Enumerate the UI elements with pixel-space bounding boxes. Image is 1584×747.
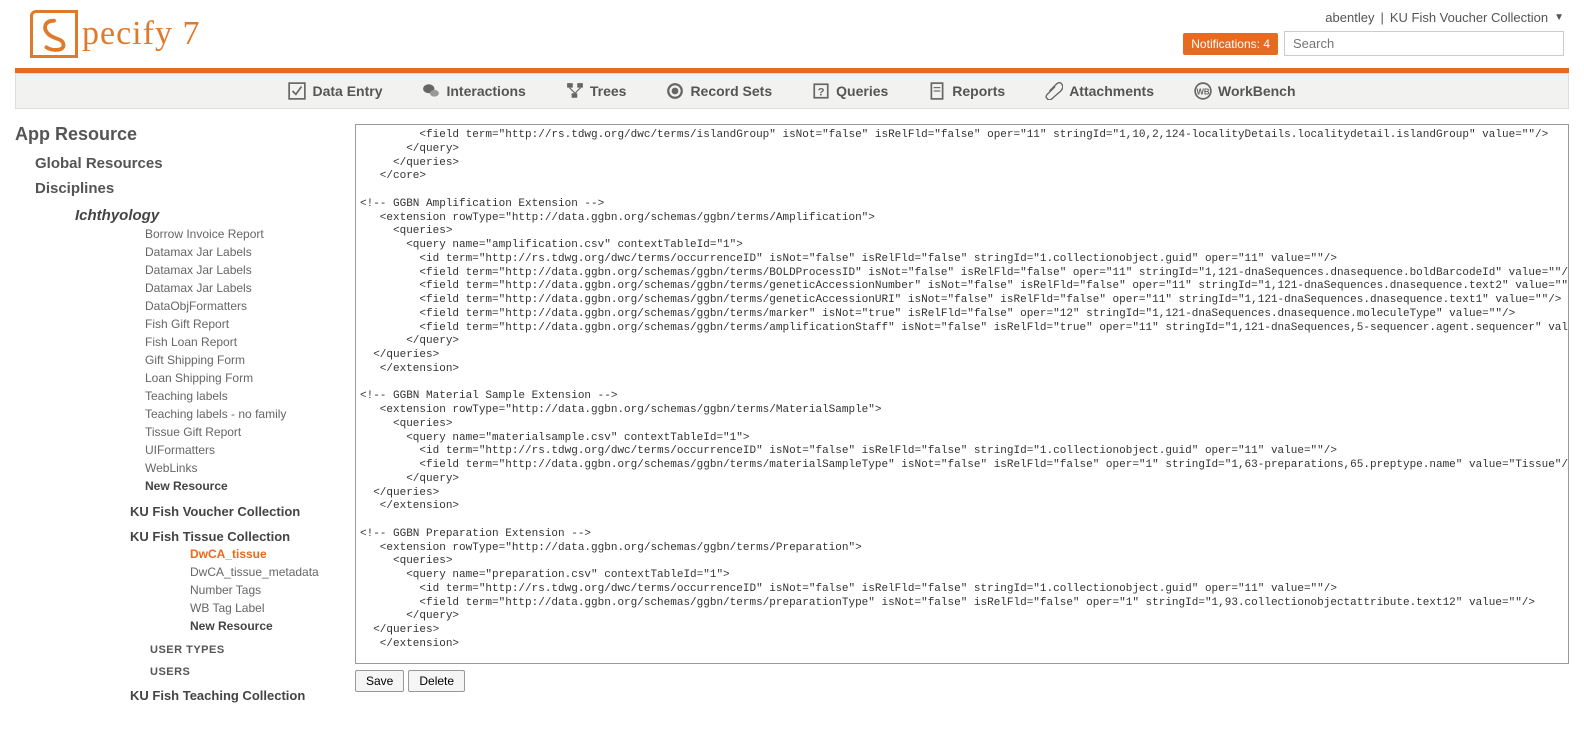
- sidebar-item[interactable]: Tissue Gift Report: [145, 424, 335, 440]
- sidebar-new-resource[interactable]: New Resource: [190, 618, 335, 634]
- sidebar-item[interactable]: Borrow Invoice Report: [145, 226, 335, 242]
- save-button[interactable]: Save: [355, 670, 404, 692]
- page-title: App Resource: [15, 124, 335, 145]
- tree-icon: [566, 82, 584, 100]
- nav-workbench[interactable]: WBWorkBench: [1194, 82, 1296, 100]
- chat-icon: [422, 82, 440, 100]
- logo-text: pecify 7: [82, 15, 200, 53]
- nav-reports[interactable]: Reports: [928, 82, 1005, 100]
- sidebar: App Resource Global Resources Discipline…: [15, 124, 335, 703]
- resource-editor[interactable]: [355, 124, 1569, 664]
- report-icon: [928, 82, 946, 100]
- sidebar-ichthyology[interactable]: Ichthyology: [75, 207, 335, 224]
- sidebar-item[interactable]: DwCA_tissue_metadata: [190, 564, 335, 580]
- sidebar-item[interactable]: Datamax Jar Labels: [145, 280, 335, 296]
- sidebar-user-types[interactable]: USER TYPES: [150, 644, 335, 656]
- sidebar-item[interactable]: Datamax Jar Labels: [145, 262, 335, 278]
- logo[interactable]: pecify 7: [30, 10, 200, 58]
- sidebar-item[interactable]: Teaching labels - no family: [145, 406, 335, 422]
- sidebar-item[interactable]: Teaching labels: [145, 388, 335, 404]
- collection-name: KU Fish Voucher Collection: [1390, 10, 1548, 25]
- sidebar-item[interactable]: WebLinks: [145, 460, 335, 476]
- username: abentley: [1325, 10, 1374, 25]
- sidebar-item[interactable]: WB Tag Label: [190, 600, 335, 616]
- sidebar-item-dwca-tissue[interactable]: DwCA_tissue: [190, 546, 335, 562]
- svg-text:?: ?: [818, 87, 825, 99]
- sidebar-item[interactable]: Datamax Jar Labels: [145, 244, 335, 260]
- sidebar-users[interactable]: USERS: [150, 666, 335, 678]
- search-input[interactable]: [1284, 31, 1564, 56]
- paperclip-icon: [1045, 82, 1063, 100]
- record-icon: [666, 82, 684, 100]
- sidebar-new-resource[interactable]: New Resource: [145, 478, 335, 494]
- sidebar-tissue-collection[interactable]: KU Fish Tissue Collection: [130, 529, 335, 544]
- sidebar-teaching-collection[interactable]: KU Fish Teaching Collection: [130, 688, 335, 703]
- delete-button[interactable]: Delete: [408, 670, 465, 692]
- nav-record-sets[interactable]: Record Sets: [666, 82, 772, 100]
- workbench-icon: WB: [1194, 82, 1212, 100]
- query-icon: ?: [812, 82, 830, 100]
- nav-attachments[interactable]: Attachments: [1045, 82, 1154, 100]
- nav-queries[interactable]: ?Queries: [812, 82, 888, 100]
- sidebar-item[interactable]: Fish Gift Report: [145, 316, 335, 332]
- chevron-down-icon: ▼: [1554, 12, 1564, 23]
- nav-interactions[interactable]: Interactions: [422, 82, 525, 100]
- main-nav: Data Entry Interactions Trees Record Set…: [15, 73, 1569, 109]
- sidebar-item[interactable]: Fish Loan Report: [145, 334, 335, 350]
- sidebar-item[interactable]: UIFormatters: [145, 442, 335, 458]
- notifications-badge[interactable]: Notifications: 4: [1183, 33, 1278, 55]
- logo-icon: [30, 10, 78, 58]
- sidebar-voucher-collection[interactable]: KU Fish Voucher Collection: [130, 504, 335, 519]
- sidebar-item[interactable]: Loan Shipping Form: [145, 370, 335, 386]
- sidebar-disciplines[interactable]: Disciplines: [35, 180, 335, 197]
- sidebar-item[interactable]: DataObjFormatters: [145, 298, 335, 314]
- svg-text:WB: WB: [1196, 87, 1209, 96]
- sidebar-item[interactable]: Number Tags: [190, 582, 335, 598]
- sidebar-item[interactable]: Gift Shipping Form: [145, 352, 335, 368]
- sidebar-global-resources[interactable]: Global Resources: [35, 155, 335, 172]
- nav-data-entry[interactable]: Data Entry: [288, 82, 382, 100]
- user-menu[interactable]: abentley | KU Fish Voucher Collection ▼: [1325, 10, 1564, 25]
- edit-icon: [288, 82, 306, 100]
- nav-trees[interactable]: Trees: [566, 82, 627, 100]
